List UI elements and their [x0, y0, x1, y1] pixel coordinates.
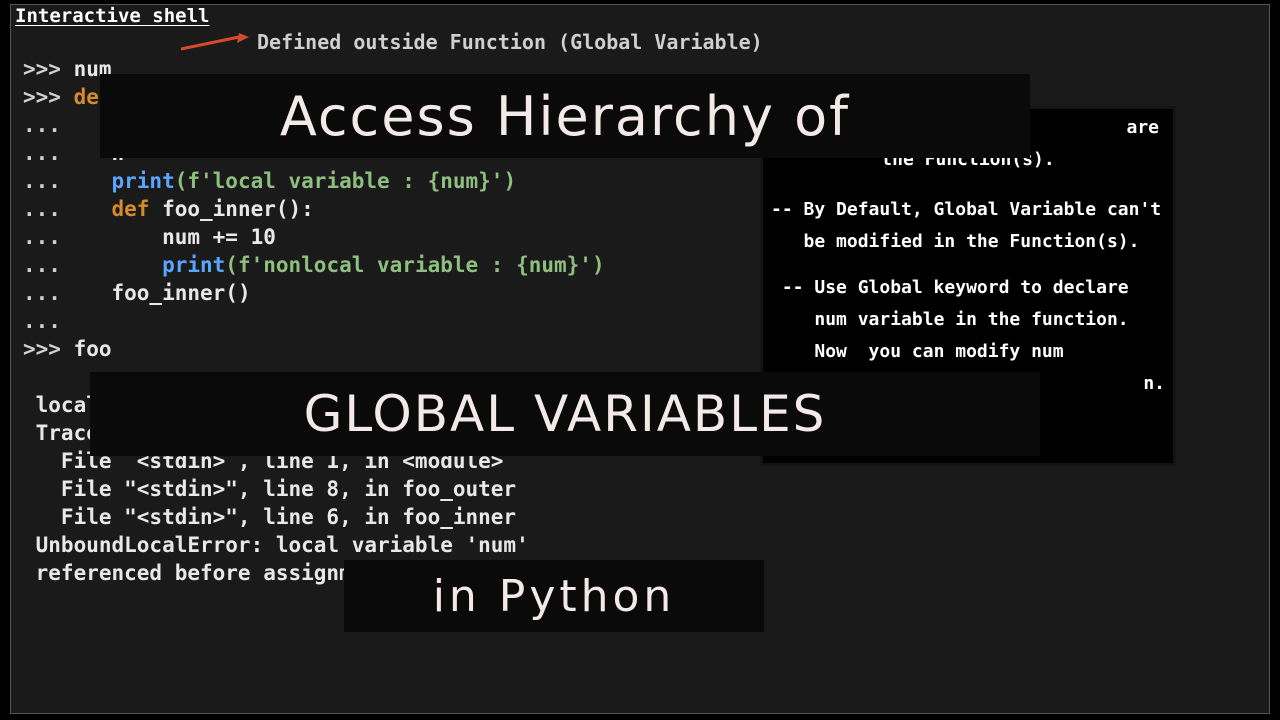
annotation-text: Defined outside Function (Global Variabl… — [257, 30, 763, 54]
overlay-title-top: Access Hierarchy of — [100, 74, 1030, 158]
note-line: -- Use Global keyword to declare — [771, 275, 1165, 301]
overlay-title-mid: GLOBAL VARIABLES — [90, 372, 1040, 456]
spacer — [771, 261, 1165, 275]
note-line: be modified in the Function(s). — [771, 229, 1165, 255]
output-line: UnboundLocalError: local variable 'num' — [23, 531, 1269, 559]
arrow-icon — [179, 35, 249, 49]
output-line: File "<stdin>", line 8, in foo_outer — [23, 475, 1269, 503]
overlay-title-bottom: in Python — [344, 560, 764, 632]
note-line: num variable in the function. — [771, 307, 1165, 333]
annotation-row: Defined outside Function (Global Variabl… — [11, 29, 1269, 55]
note-line: Now you can modify num — [771, 339, 1165, 365]
shell-title: Interactive shell — [11, 5, 1269, 29]
spacer — [771, 179, 1165, 197]
output-line: File "<stdin>", line 6, in foo_inner — [23, 503, 1269, 531]
note-line: -- By Default, Global Variable can't — [771, 197, 1165, 223]
